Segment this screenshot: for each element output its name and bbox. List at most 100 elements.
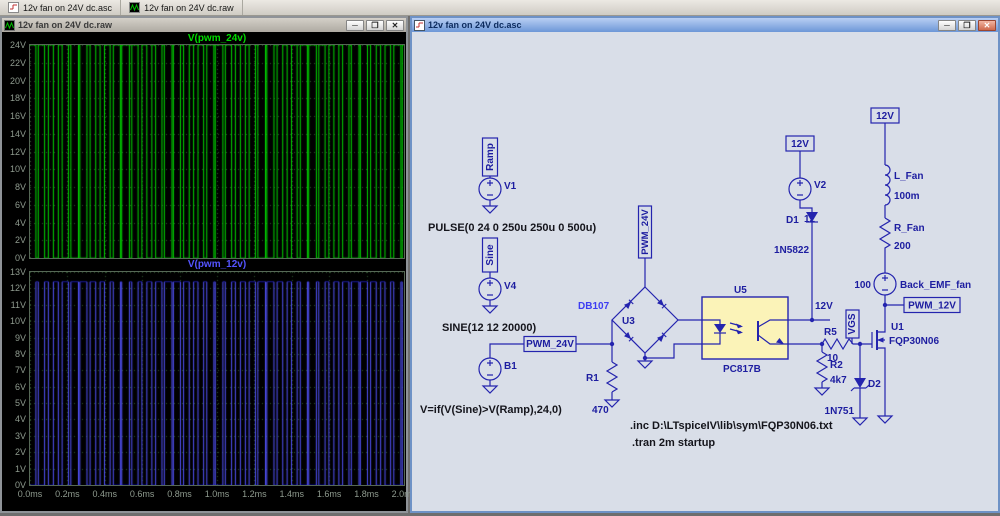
tab-schematic[interactable]: 12v fan on 24V dc.asc — [0, 0, 121, 15]
u5-part-label[interactable]: PC817B — [723, 364, 761, 375]
tab-waveform[interactable]: 12v fan on 24V dc.raw — [121, 0, 243, 15]
u1-part-label[interactable]: FQP30N06 — [889, 336, 939, 347]
optocoupler-u5[interactable]: U5 PC817B — [702, 285, 788, 375]
net-flag-ramp[interactable]: Ramp — [485, 143, 496, 171]
svg-text:PWM_24V[interactable]: PWM_24V — [640, 209, 651, 255]
v2-ref-label[interactable]: V2 — [814, 180, 827, 191]
lfan-ref-label[interactable]: L_Fan — [894, 171, 923, 182]
b1-value-label[interactable]: V=if(V(Sine)>V(Ramp),24,0) — [420, 404, 562, 416]
net-flag-sine[interactable]: Sine — [485, 244, 496, 266]
y-axis-tick-label: 14V — [10, 129, 26, 139]
tab-label: 12v fan on 24V dc.raw — [144, 3, 234, 13]
r2-ref-label[interactable]: R2 — [830, 360, 843, 371]
trace-label-pwm12v[interactable]: V(pwm_12v) — [30, 259, 404, 270]
y-axis-tick-label: 7V — [15, 365, 26, 375]
voltage-source-v2[interactable]: 12V V2 12 — [786, 136, 827, 225]
svg-text:PWM_24V[interactable]: PWM_24V — [526, 339, 574, 350]
y-axis-labels-bottom: 13V12V11V10V9V8V7V6V5V4V3V2V1V0V — [2, 267, 27, 490]
svg-text:VGS[interactable]: VGS — [847, 313, 858, 334]
d2-ref-label[interactable]: D2 — [868, 379, 881, 390]
x-axis-tick-label: 1.0ms — [200, 489, 234, 499]
y-axis-labels-top: 24V22V20V18V16V14V12V10V8V6V4V2V0V — [2, 40, 27, 263]
schematic-svg[interactable]: Ramp V1 PULSE(0 24 0 250u 250u 0 500u) S… — [412, 32, 998, 511]
x-axis-tick-label: 0.6ms — [125, 489, 159, 499]
mosfet-u1[interactable]: U1 FQP30N06 — [864, 322, 939, 354]
minimize-button[interactable]: ─ — [346, 20, 364, 31]
r5-ref-label[interactable]: R5 — [824, 327, 837, 338]
window-controls: ─ ❐ ✕ — [938, 20, 996, 31]
net-label-12v[interactable]: 12V — [815, 301, 833, 312]
waveform-window-title: 12v fan on 24V dc.raw — [18, 20, 112, 30]
u3-ref-label[interactable]: U3 — [622, 316, 635, 327]
d2-value-label[interactable]: 1N751 — [825, 406, 855, 417]
restore-button[interactable]: ❐ — [366, 20, 384, 31]
y-axis-tick-label: 8V — [15, 182, 26, 192]
net-flag-pwm24v[interactable]: PWM_24V — [524, 337, 576, 352]
schematic-window-icon — [414, 20, 425, 31]
x-axis-tick-label: 1.8ms — [350, 489, 384, 499]
resistor-rfan[interactable]: R_Fan 200 — [880, 218, 925, 252]
voltage-source-back-emf[interactable]: 100 Back_EMF_fan — [854, 273, 971, 295]
r2-value-label[interactable]: 4k7 — [830, 375, 847, 386]
schematic-canvas[interactable]: Ramp V1 PULSE(0 24 0 250u 250u 0 500u) S… — [412, 32, 998, 511]
y-axis-tick-label: 24V — [10, 40, 26, 50]
behavioral-source-b1[interactable]: B1 V=if(V(Sine)>V(Ramp),24,0) — [420, 358, 562, 416]
spice-directive-tran[interactable]: .tran 2m startup — [632, 437, 715, 449]
inductor-lfan[interactable]: L_Fan 100m — [885, 165, 923, 205]
net-flag-12v-rail[interactable]: 12V — [871, 108, 899, 123]
svg-text:12V[interactable]: 12V — [876, 111, 894, 122]
y-axis-tick-label: 10V — [10, 164, 26, 174]
waveform-plot-area: V(pwm_24v) 24V22V20V18V16V14V12V10V8V6V4… — [2, 32, 406, 511]
y-axis-tick-label: 4V — [15, 414, 26, 424]
bemf-ref-label[interactable]: Back_EMF_fan — [900, 280, 971, 291]
d1-value-label[interactable]: 1N5822 — [774, 245, 809, 256]
y-axis-tick-label: 1V — [15, 464, 26, 474]
close-button[interactable]: ✕ — [978, 20, 996, 31]
resistor-r1[interactable]: R1 470 — [586, 362, 617, 416]
x-axis-labels: 0.0ms0.2ms0.4ms0.6ms0.8ms1.0ms1.2ms1.4ms… — [13, 489, 421, 499]
waveform-file-icon — [129, 2, 140, 13]
spice-directive-include[interactable]: .inc D:\LTspiceIV\lib\sym\FQP30N06.txt — [630, 420, 833, 432]
v4-ref-label[interactable]: V4 — [504, 281, 517, 292]
rfan-value-label[interactable]: 200 — [894, 241, 911, 252]
y-axis-tick-label: 6V — [15, 200, 26, 210]
net-flag-pwm12v[interactable]: PWM_12V — [904, 298, 960, 313]
y-axis-tick-label: 22V — [10, 58, 26, 68]
x-axis-tick-label: 0.8ms — [163, 489, 197, 499]
restore-button[interactable]: ❐ — [958, 20, 976, 31]
waveform-pane-pwm12v[interactable] — [29, 271, 405, 486]
waveform-titlebar[interactable]: 12v fan on 24V dc.raw ─ ❐ ✕ — [2, 18, 406, 32]
b1-ref-label[interactable]: B1 — [504, 361, 517, 372]
u1-ref-label[interactable]: U1 — [891, 322, 904, 333]
schematic-titlebar[interactable]: 12v fan on 24V dc.asc ─ ❐ ✕ — [412, 18, 998, 32]
x-axis-tick-label: 1.6ms — [312, 489, 346, 499]
r1-value-label[interactable]: 470 — [592, 405, 609, 416]
v1-ref-label[interactable]: V1 — [504, 181, 517, 192]
minimize-button[interactable]: ─ — [938, 20, 956, 31]
u5-ref-label[interactable]: U5 — [734, 285, 747, 296]
y-axis-tick-label: 8V — [15, 349, 26, 359]
net-flag-12v-v2[interactable]: 12V — [791, 139, 809, 150]
trace-label-pwm24v[interactable]: V(pwm_24v) — [30, 33, 404, 44]
y-axis-tick-label: 0V — [15, 253, 26, 263]
rfan-ref-label[interactable]: R_Fan — [894, 223, 925, 234]
u3-part-label[interactable]: DB107 — [578, 301, 610, 312]
net-flag-vgs[interactable]: VGS — [846, 310, 859, 338]
bemf-value-label[interactable]: 100 — [854, 280, 871, 291]
net-flag-pwm24v-vertical[interactable]: PWM_24V — [639, 206, 652, 258]
voltage-source-v1[interactable]: Ramp V1 PULSE(0 24 0 250u 250u 0 500u) — [428, 138, 596, 234]
bridge-rectifier-u3[interactable]: DB107 U3 — [578, 287, 678, 353]
d1-ref-label[interactable]: D1 — [786, 215, 799, 226]
y-axis-tick-label: 12V — [10, 147, 26, 157]
r1-ref-label[interactable]: R1 — [586, 373, 599, 384]
lfan-value-label[interactable]: 100m — [894, 191, 920, 202]
v4-value-label[interactable]: SINE(12 12 20000) — [442, 322, 537, 334]
x-axis-tick-label: 0.4ms — [88, 489, 122, 499]
v1-value-label[interactable]: PULSE(0 24 0 250u 250u 0 500u) — [428, 222, 596, 234]
voltage-source-v4[interactable]: Sine V4 SINE(12 12 20000) — [442, 238, 537, 334]
y-axis-tick-label: 2V — [15, 447, 26, 457]
svg-text:PWM_12V[interactable]: PWM_12V — [908, 301, 956, 312]
window-controls: ─ ❐ ✕ — [346, 20, 404, 31]
close-button[interactable]: ✕ — [386, 20, 404, 31]
waveform-pane-pwm24v[interactable] — [29, 44, 405, 259]
